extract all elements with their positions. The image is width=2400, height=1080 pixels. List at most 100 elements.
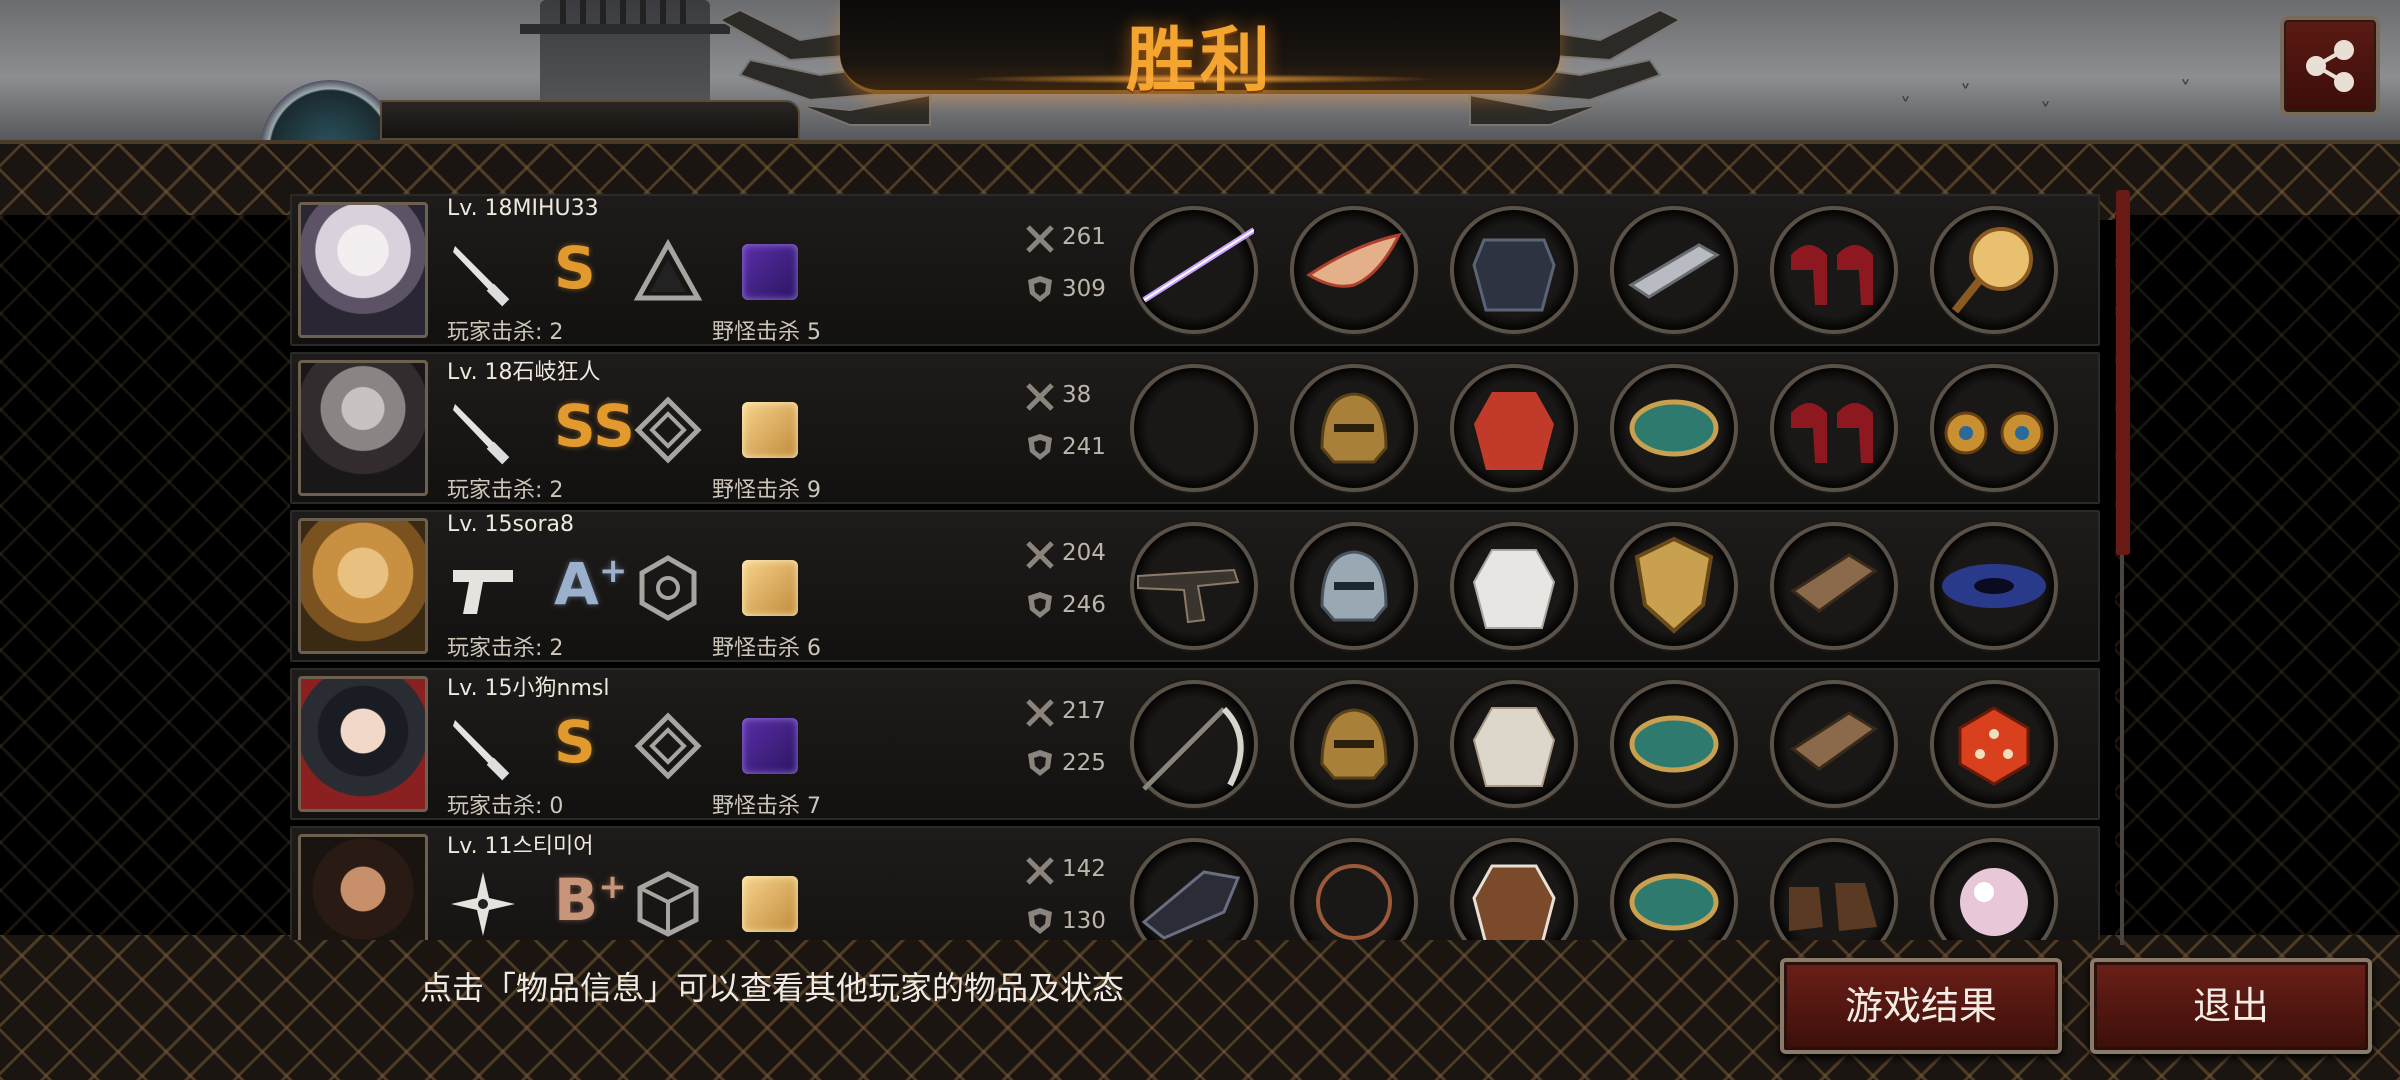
player-row[interactable]: Lv. 18MIHU33 S 玩家击杀: 2 野怪击杀 5 261 309	[290, 194, 2100, 346]
item-slot[interactable]	[1290, 206, 1418, 334]
item-slot[interactable]	[1770, 206, 1898, 334]
item-slot[interactable]	[1610, 206, 1738, 334]
player-row[interactable]: Lv. 11스티미어 B+ 142 130	[290, 826, 2100, 940]
item-slot[interactable]	[1930, 364, 2058, 492]
rank-badge: B+	[554, 866, 627, 934]
leather-vest-icon	[1472, 864, 1556, 940]
pearl-icon	[1960, 868, 2028, 936]
white-shirt-icon	[1472, 549, 1556, 629]
player-level-name: Lv. 15sora8	[447, 512, 574, 537]
defense-icon	[1028, 276, 1052, 302]
player-kills: 玩家击杀: 2	[447, 320, 564, 345]
item-slot[interactable]	[1450, 364, 1578, 492]
player-results-list[interactable]: Lv. 18MIHU33 S 玩家击杀: 2 野怪击杀 5 261 309 Lv…	[290, 190, 2115, 940]
gold-helmet-icon	[1320, 392, 1388, 464]
red-heels-icon	[1791, 403, 1873, 463]
cube-emblem-icon	[637, 871, 699, 937]
item-slot[interactable]	[1610, 680, 1738, 808]
steel-helmet-icon	[1320, 550, 1388, 622]
knife-icon	[453, 246, 510, 307]
player-portrait	[298, 834, 428, 940]
revolver-icon	[1137, 568, 1240, 624]
item-slot[interactable]	[1450, 522, 1578, 650]
share-icon	[2306, 40, 2354, 92]
item-slot[interactable]	[1930, 838, 2058, 940]
defense-value: 241	[1062, 434, 1106, 460]
red-coat-icon	[1474, 392, 1554, 470]
bird-icon: ˅	[1900, 95, 1911, 120]
defense-value: 225	[1062, 750, 1106, 776]
lattice-frame-right	[2115, 215, 2400, 940]
lattice-frame-left	[0, 215, 290, 940]
item-slot[interactable]	[1290, 522, 1418, 650]
exit-button[interactable]: 退出	[2090, 958, 2372, 1054]
player-kills: 玩家击杀: 0	[447, 794, 564, 819]
item-card-icon	[742, 876, 798, 932]
item-slot[interactable]	[1930, 680, 2058, 808]
item-slot[interactable]	[1930, 522, 2058, 650]
defense-icon	[1028, 592, 1052, 618]
victory-title: 胜利	[1126, 19, 1274, 101]
monster-kills: 野怪击杀 7	[712, 794, 821, 819]
item-slot[interactable]	[1770, 838, 1898, 940]
item-slot[interactable]	[1450, 206, 1578, 334]
jade-bracelet-icon	[1629, 399, 1719, 457]
item-slot[interactable]	[1290, 680, 1418, 808]
item-card-icon	[742, 244, 798, 300]
player-kills: 玩家击杀: 2	[447, 478, 564, 503]
victory-banner: 胜利	[840, 0, 1560, 101]
item-slot-empty[interactable]	[1130, 364, 1258, 492]
item-card-icon	[742, 718, 798, 774]
item-slot[interactable]	[1770, 680, 1898, 808]
jade-bracelet-icon	[1629, 873, 1719, 931]
item-slot[interactable]	[1770, 522, 1898, 650]
scrollbar-thumb[interactable]	[2116, 190, 2130, 555]
gold-shield-icon	[1634, 536, 1714, 634]
player-row[interactable]: Lv. 15sora8 A+ 玩家击杀: 2 野怪击杀 6 204 246	[290, 510, 2100, 662]
rank-badge: SS	[554, 392, 635, 460]
dark-armor-icon	[1472, 238, 1556, 312]
bird-icon: ˅	[2040, 100, 2051, 125]
player-portrait	[298, 360, 428, 496]
item-slot[interactable]	[1130, 680, 1258, 808]
item-card-icon	[742, 402, 798, 458]
attack-value: 142	[1062, 856, 1106, 882]
knife-icon	[453, 720, 510, 781]
defense-icon	[1028, 750, 1052, 776]
item-slot[interactable]	[1610, 364, 1738, 492]
hand-mirror-icon	[1951, 227, 2033, 314]
spiked-bracer-icon	[1628, 243, 1720, 299]
red-dice-icon	[1958, 706, 2030, 786]
galaxy-orb-icon	[1942, 564, 2046, 608]
player-portrait	[298, 202, 428, 338]
hexagon-emblem-icon	[639, 555, 697, 621]
item-slot[interactable]	[1130, 522, 1258, 650]
player-portrait	[298, 676, 428, 812]
item-slot[interactable]	[1130, 206, 1258, 334]
item-slot[interactable]	[1450, 680, 1578, 808]
item-slot[interactable]	[1930, 206, 2058, 334]
item-slot[interactable]	[1290, 838, 1418, 940]
item-slot[interactable]	[1450, 838, 1578, 940]
hint-text: 点击「物品信息」可以查看其他玩家的物品及状态	[420, 969, 1125, 1007]
item-slot[interactable]	[1290, 364, 1418, 492]
diamond-emblem-icon	[634, 712, 702, 780]
item-slot[interactable]	[1610, 838, 1738, 940]
player-row[interactable]: Lv. 15小狗nmsl S 玩家击杀: 0 野怪击杀 7 217 225	[290, 668, 2100, 820]
game-results-button[interactable]: 游戏结果	[1780, 958, 2062, 1054]
attack-value: 217	[1062, 698, 1106, 724]
jade-bracelet-icon	[1629, 715, 1719, 773]
item-slot[interactable]	[1610, 522, 1738, 650]
gold-helmet-icon	[1320, 708, 1388, 780]
attack-icon	[1026, 225, 1054, 253]
dark-cleaver-icon	[1141, 870, 1241, 940]
item-slot[interactable]	[1130, 838, 1258, 940]
monster-kills: 野怪击杀 6	[712, 636, 821, 661]
attack-icon	[1026, 857, 1054, 885]
monster-kills: 野怪击杀 9	[712, 478, 821, 503]
player-level-name: Lv. 18MIHU33	[447, 196, 599, 221]
share-button[interactable]	[2280, 16, 2380, 116]
item-slot[interactable]	[1770, 364, 1898, 492]
player-row[interactable]: Lv. 18石岐狂人 SS 玩家击杀: 2 野怪击杀 9 38 241	[290, 352, 2100, 504]
energy-sword-icon	[1142, 227, 1254, 303]
